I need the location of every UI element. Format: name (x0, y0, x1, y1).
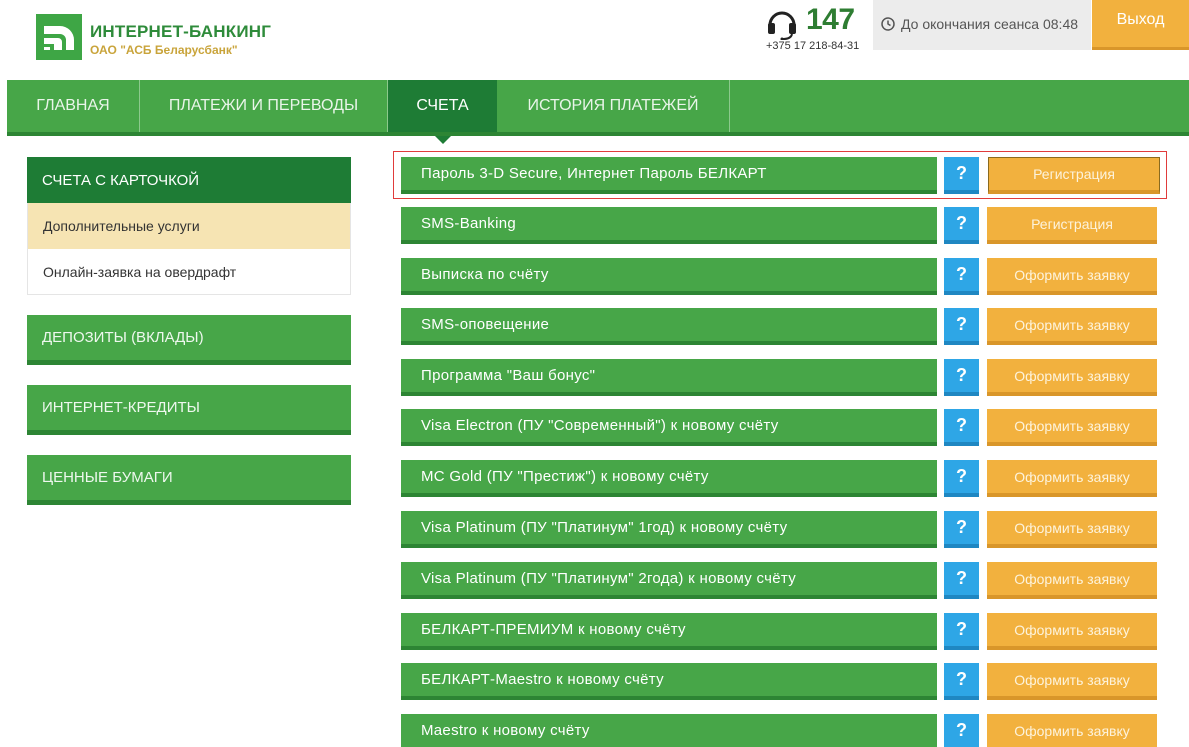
nav-item-history[interactable]: ИСТОРИЯ ПЛАТЕЖЕЙ (497, 80, 730, 132)
sidebar-panel-card-accounts[interactable]: СЧЕТА С КАРТОЧКОЙ (27, 157, 351, 211)
help-button[interactable]: ? (944, 511, 979, 548)
service-label[interactable]: Visa Platinum (ПУ "Платинум" 2года) к но… (401, 562, 937, 599)
nav-active-caret (434, 136, 451, 144)
clock-icon (881, 17, 895, 31)
apply-button[interactable]: Оформить заявку (987, 511, 1157, 548)
service-label[interactable]: Выписка по счёту (401, 258, 937, 295)
help-button[interactable]: ? (944, 207, 979, 244)
headset-icon (765, 6, 799, 41)
nav-item-home[interactable]: ГЛАВНАЯ (7, 80, 140, 132)
sidebar-item-additional-services[interactable]: Дополнительные услуги (27, 203, 351, 249)
main-nav: ГЛАВНАЯ ПЛАТЕЖИ И ПЕРЕВОДЫ СЧЕТА ИСТОРИЯ… (7, 80, 1189, 144)
service-row: SMS-Banking ? Регистрация (401, 207, 1161, 244)
service-row: MC Gold (ПУ "Престиж") к новому счёту ? … (401, 460, 1161, 497)
help-button[interactable]: ? (944, 562, 979, 599)
service-row: Visa Electron (ПУ "Современный") к новом… (401, 409, 1161, 446)
hotline-number: 147 (806, 3, 855, 36)
service-row: Visa Platinum (ПУ "Платинум" 2года) к но… (401, 562, 1161, 599)
sidebar-item-overdraft[interactable]: Онлайн-заявка на овердрафт (27, 249, 351, 295)
logout-button[interactable]: Выход (1092, 0, 1189, 50)
apply-button[interactable]: Оформить заявку (987, 258, 1157, 295)
service-label[interactable]: SMS-оповещение (401, 308, 937, 345)
service-label[interactable]: SMS-Banking (401, 207, 937, 244)
nav-item-payments[interactable]: ПЛАТЕЖИ И ПЕРЕВОДЫ (140, 80, 388, 132)
help-button[interactable]: ? (944, 460, 979, 497)
apply-button[interactable]: Оформить заявку (987, 359, 1157, 396)
service-row: Программа "Ваш бонус" ? Оформить заявку (401, 359, 1161, 396)
service-label[interactable]: MC Gold (ПУ "Престиж") к новому счёту (401, 460, 937, 497)
apply-button[interactable]: Оформить заявку (987, 460, 1157, 497)
nav-item-accounts[interactable]: СЧЕТА (388, 80, 497, 144)
service-row: БЕЛКАРТ-ПРЕМИУМ к новому счёту ? Оформит… (401, 613, 1161, 650)
brand-title: ИНТЕРНЕТ-БАНКИНГ (90, 22, 272, 41)
apply-button[interactable]: Оформить заявку (987, 409, 1157, 446)
help-button[interactable]: ? (944, 613, 979, 650)
services-list: Пароль 3-D Secure, Интернет Пароль БЕЛКА… (401, 155, 1161, 747)
service-row: Пароль 3-D Secure, Интернет Пароль БЕЛКА… (401, 157, 1161, 194)
service-label[interactable]: Visa Electron (ПУ "Современный") к новом… (401, 409, 937, 446)
session-text: До окончания сеанса 08:48 (901, 16, 1079, 32)
sidebar-panel-credits[interactable]: ИНТЕРНЕТ-КРЕДИТЫ (27, 385, 351, 435)
session-timer: До окончания сеанса 08:48 (873, 0, 1091, 50)
help-button[interactable]: ? (944, 714, 979, 747)
apply-button[interactable]: Оформить заявку (987, 562, 1157, 599)
service-row: Выписка по счёту ? Оформить заявку (401, 258, 1161, 295)
apply-button[interactable]: Оформить заявку (987, 663, 1157, 700)
sidebar-panel-deposits[interactable]: ДЕПОЗИТЫ (ВКЛАДЫ) (27, 315, 351, 365)
help-button[interactable]: ? (944, 157, 979, 194)
service-label[interactable]: Пароль 3-D Secure, Интернет Пароль БЕЛКА… (401, 157, 937, 194)
nav-item-accounts-label: СЧЕТА (416, 97, 469, 114)
sidebar-panel-securities[interactable]: ЦЕННЫЕ БУМАГИ (27, 455, 351, 505)
help-button[interactable]: ? (944, 308, 979, 345)
service-row: Visa Platinum (ПУ "Платинум" 1год) к нов… (401, 511, 1161, 548)
register-button[interactable]: Регистрация (988, 157, 1160, 194)
sidebar-panel-label: СЧЕТА С КАРТОЧКОЙ (42, 171, 200, 189)
help-button[interactable]: ? (944, 258, 979, 295)
phone-number: +375 17 218-84-31 (766, 40, 860, 52)
service-row: БЕЛКАРТ-Maestro к новому счёту ? Оформит… (401, 663, 1161, 700)
apply-button[interactable]: Оформить заявку (987, 613, 1157, 650)
register-button[interactable]: Регистрация (987, 207, 1157, 244)
help-button[interactable]: ? (944, 409, 979, 446)
apply-button[interactable]: Оформить заявку (987, 714, 1157, 747)
service-label[interactable]: Visa Platinum (ПУ "Платинум" 1год) к нов… (401, 511, 937, 548)
brand-subtitle: ОАО "АСБ Беларусбанк" (90, 43, 238, 57)
service-label[interactable]: БЕЛКАРТ-Maestro к новому счёту (401, 663, 937, 700)
help-button[interactable]: ? (944, 359, 979, 396)
service-label[interactable]: Maestro к новому счёту (401, 714, 937, 747)
service-label[interactable]: БЕЛКАРТ-ПРЕМИУМ к новому счёту (401, 613, 937, 650)
bank-logo-icon[interactable] (36, 14, 82, 60)
apply-button[interactable]: Оформить заявку (987, 308, 1157, 345)
service-label[interactable]: Программа "Ваш бонус" (401, 359, 937, 396)
service-row: SMS-оповещение ? Оформить заявку (401, 308, 1161, 345)
header: ИНТЕРНЕТ-БАНКИНГ ОАО "АСБ Беларусбанк" 1… (0, 0, 1189, 80)
service-row: Maestro к новому счёту ? Оформить заявку (401, 714, 1161, 747)
help-button[interactable]: ? (944, 663, 979, 700)
